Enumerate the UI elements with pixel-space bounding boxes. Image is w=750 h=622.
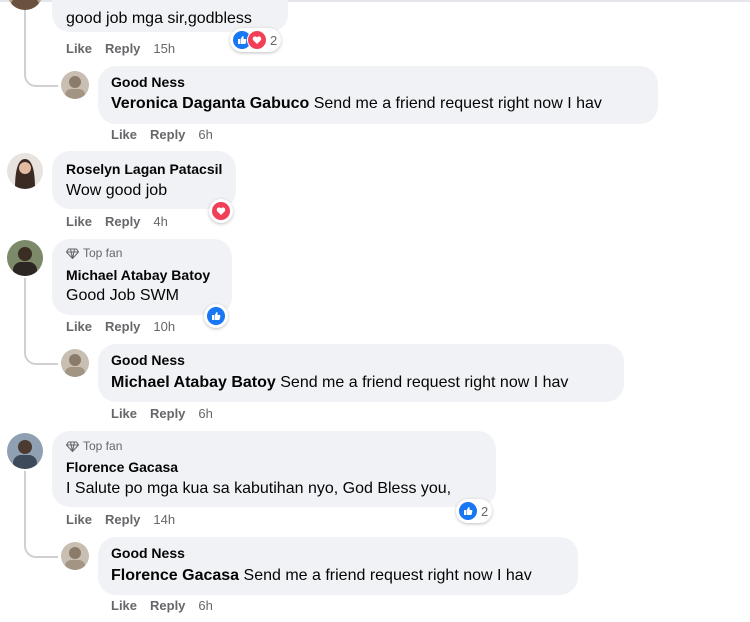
reaction-count: 2: [481, 503, 489, 519]
comment-text: Wow good job: [66, 182, 168, 199]
love-icon: [247, 30, 267, 50]
avatar[interactable]: [7, 153, 43, 189]
comment-text: Good Job SWM: [66, 287, 179, 304]
comment-actions: Like Reply 6h: [111, 406, 226, 421]
comment-text: Florence Gacasa Send me a friend request…: [111, 567, 532, 585]
avatar[interactable]: [61, 542, 89, 570]
timestamp[interactable]: 6h: [198, 127, 212, 142]
top-fan-badge: Top fan: [66, 246, 122, 260]
comment-text: Michael Atabay Batoy Send me a friend re…: [111, 374, 568, 392]
comment-author[interactable]: Florence Gacasa: [66, 459, 178, 475]
diamond-icon: [66, 247, 79, 259]
comment-author[interactable]: Good Ness: [111, 352, 185, 368]
top-fan-label: Top fan: [83, 439, 123, 453]
avatar[interactable]: [7, 433, 43, 469]
reply-thread-line: [24, 471, 26, 536]
reply-thread-line: [24, 10, 26, 65]
reply-button[interactable]: Reply: [150, 406, 185, 421]
comment-author[interactable]: Roselyn Lagan Patacsil: [66, 161, 222, 177]
mention-link[interactable]: Florence Gacasa: [111, 567, 239, 584]
timestamp[interactable]: 6h: [198, 406, 212, 421]
comment-author[interactable]: Good Ness: [111, 74, 185, 90]
like-button[interactable]: Like: [111, 127, 137, 142]
reply-button[interactable]: Reply: [105, 512, 140, 527]
diamond-icon: [66, 440, 79, 452]
reply-button[interactable]: Reply: [150, 127, 185, 142]
reply-thread-connector: [24, 65, 58, 87]
reply-thread-connector: [24, 343, 58, 365]
comment-actions: Like Reply 6h: [111, 598, 226, 613]
like-button[interactable]: Like: [111, 406, 137, 421]
comment-bubble: [52, 151, 236, 209]
like-button[interactable]: Like: [66, 512, 92, 527]
reply-button[interactable]: Reply: [105, 214, 140, 229]
reaction-summary[interactable]: 2: [230, 28, 282, 52]
comment-body: Send me a friend request right now I hav: [275, 374, 569, 391]
mention-link[interactable]: Veronica Daganta Gabuco: [111, 95, 309, 112]
avatar[interactable]: [61, 71, 89, 99]
timestamp[interactable]: 6h: [198, 598, 212, 613]
reply-thread-line: [24, 278, 26, 343]
reaction-summary[interactable]: [204, 304, 228, 328]
like-button[interactable]: Like: [66, 214, 92, 229]
comment-text: Veronica Daganta Gabuco Send me a friend…: [111, 95, 602, 113]
comment-body: Send me a friend request right now I hav: [309, 95, 602, 112]
comment-author[interactable]: Michael Atabay Batoy: [66, 267, 210, 283]
comment-body: Send me a friend request right now I hav: [239, 567, 532, 584]
like-icon: [206, 306, 226, 326]
like-button[interactable]: Like: [66, 319, 92, 334]
comment-actions: Like Reply 15h: [66, 41, 188, 56]
love-icon: [211, 201, 231, 221]
like-icon: [458, 501, 478, 521]
timestamp[interactable]: 4h: [153, 214, 167, 229]
comment-actions: Like Reply 10h: [66, 319, 188, 334]
comment-author[interactable]: Good Ness: [111, 545, 185, 561]
mention-link[interactable]: Michael Atabay Batoy: [111, 374, 276, 391]
avatar[interactable]: [7, 0, 43, 10]
reply-button[interactable]: Reply: [150, 598, 185, 613]
reply-button[interactable]: Reply: [105, 41, 140, 56]
comment-text: I Salute po mga kua sa kabutihan nyo, Go…: [66, 480, 452, 497]
timestamp[interactable]: 10h: [153, 319, 175, 334]
avatar[interactable]: [61, 349, 89, 377]
top-fan-badge: Top fan: [66, 439, 122, 453]
top-fan-label: Top fan: [83, 246, 123, 260]
avatar[interactable]: [7, 240, 43, 276]
reaction-summary[interactable]: 2: [456, 499, 493, 523]
reaction-count: 2: [270, 32, 278, 48]
reply-thread-connector: [24, 536, 58, 558]
comment-actions: Like Reply 14h: [66, 512, 188, 527]
like-button[interactable]: Like: [66, 41, 92, 56]
reply-button[interactable]: Reply: [105, 319, 140, 334]
comment-text: good job mga sir,godbless: [66, 10, 252, 27]
like-button[interactable]: Like: [111, 598, 137, 613]
reaction-summary[interactable]: [209, 199, 233, 223]
comment-actions: Like Reply 4h: [66, 214, 181, 229]
comment-actions: Like Reply 6h: [111, 127, 226, 142]
timestamp[interactable]: 15h: [153, 41, 175, 56]
timestamp[interactable]: 14h: [153, 512, 175, 527]
